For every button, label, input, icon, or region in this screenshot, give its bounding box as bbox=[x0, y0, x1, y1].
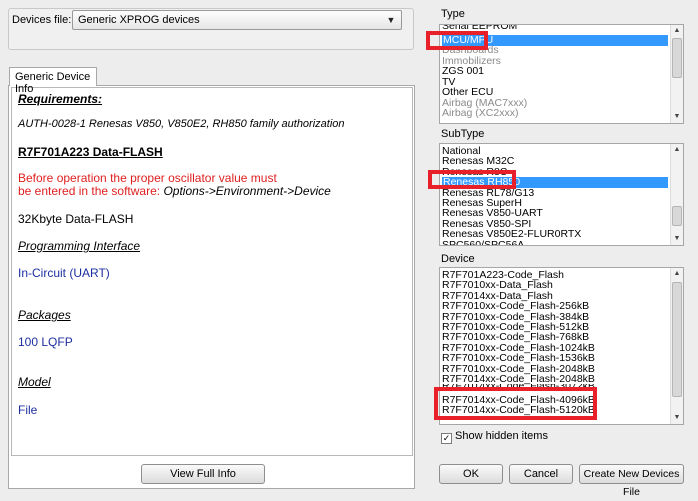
authorization-text: AUTH-0028-1 Renesas V850, V850E2, RH850 … bbox=[18, 118, 345, 130]
devices-file-value: Generic XPROG devices bbox=[78, 14, 200, 26]
device-info-content: Requirements: AUTH-0028-1 Renesas V850, … bbox=[11, 87, 413, 456]
type-label: Type bbox=[441, 8, 465, 20]
arrow-down-icon[interactable]: ▼ bbox=[671, 412, 683, 424]
device-label: Device bbox=[441, 253, 475, 265]
device-item[interactable]: R7F7014xx-Code_Flash-2048kB bbox=[442, 374, 595, 385]
cancel-button[interactable]: Cancel bbox=[509, 464, 573, 484]
device-title: R7F701A223 Data-FLASH bbox=[18, 145, 163, 159]
arrow-down-icon[interactable]: ▼ bbox=[671, 111, 683, 123]
subtype-scroll-thumb[interactable] bbox=[672, 206, 682, 226]
type-scroll-thumb[interactable] bbox=[672, 38, 682, 78]
type-item[interactable]: Serial EEPROM bbox=[442, 25, 517, 30]
ok-button[interactable]: OK bbox=[439, 464, 503, 484]
model-heading: Model bbox=[18, 375, 51, 389]
programming-interface-value: In-Circuit (UART) bbox=[18, 266, 110, 280]
checkbox-check-icon[interactable]: ✓ bbox=[441, 433, 452, 444]
arrow-up-icon[interactable]: ▲ bbox=[671, 268, 683, 280]
subtype-label: SubType bbox=[441, 128, 485, 140]
device-item[interactable]: R7F7014xx-Code_Flash-5120kB bbox=[442, 405, 595, 416]
arrow-up-icon[interactable]: ▲ bbox=[671, 25, 683, 37]
subtype-scrollbar[interactable]: ▲ ▼ bbox=[670, 144, 683, 245]
subtype-item[interactable]: SPC560/SPC56A bbox=[442, 239, 524, 245]
show-hidden-items-checkbox[interactable]: ✓ Show hidden items bbox=[441, 430, 548, 444]
subtype-listbox[interactable]: ▲ ▼ National Renesas M32C Renesas R8C Renes… bbox=[439, 143, 684, 246]
warning-line-1: Before operation the proper oscillator v… bbox=[18, 171, 277, 185]
warning-line-2: be entered in the software: Options->Env… bbox=[18, 184, 331, 198]
device-item[interactable]: R7F7014xx-Code_Flash-3072kB bbox=[442, 384, 595, 390]
type-item[interactable]: Airbag (XC2xxx) bbox=[442, 108, 518, 119]
model-value: File bbox=[18, 403, 38, 417]
arrow-up-icon[interactable]: ▲ bbox=[671, 144, 683, 156]
packages-value: 100 LQFP bbox=[18, 335, 73, 349]
chevron-down-icon[interactable]: ▼ bbox=[385, 14, 397, 26]
device-scrollbar[interactable]: ▲ ▼ bbox=[670, 268, 683, 424]
device-scroll-thumb[interactable] bbox=[672, 282, 682, 397]
programming-interface-heading: Programming Interface bbox=[18, 239, 141, 253]
type-scrollbar[interactable]: ▲ ▼ bbox=[670, 25, 683, 123]
device-listbox[interactable]: ▲ ▼ R7F701A223-Code_Flash R7F7010xx-Data_… bbox=[439, 267, 684, 425]
device-info-panel: Requirements: AUTH-0028-1 Renesas V850, … bbox=[8, 85, 415, 489]
warning-line-2-text: be entered in the software: bbox=[18, 184, 164, 198]
show-hidden-items-label: Show hidden items bbox=[455, 430, 548, 442]
tab-generic-device-info[interactable]: Generic Device Info bbox=[9, 67, 97, 95]
arrow-down-icon[interactable]: ▼ bbox=[671, 233, 683, 245]
type-listbox[interactable]: ▲ ▼ Serial EEPROM MCU/MPU Dashboards Immobi… bbox=[439, 24, 684, 124]
warning-line-2-path: Options->Environment->Device bbox=[163, 184, 331, 198]
create-new-devices-file-button[interactable]: Create New Devices File bbox=[579, 464, 684, 498]
packages-heading: Packages bbox=[18, 308, 71, 322]
devices-file-select[interactable]: Generic XPROG devices ▼ bbox=[72, 10, 402, 30]
view-full-info-button[interactable]: View Full Info bbox=[141, 464, 265, 484]
devices-file-label: Devices file: bbox=[12, 14, 72, 26]
flash-size-text: 32Kbyte Data-FLASH bbox=[18, 212, 134, 226]
